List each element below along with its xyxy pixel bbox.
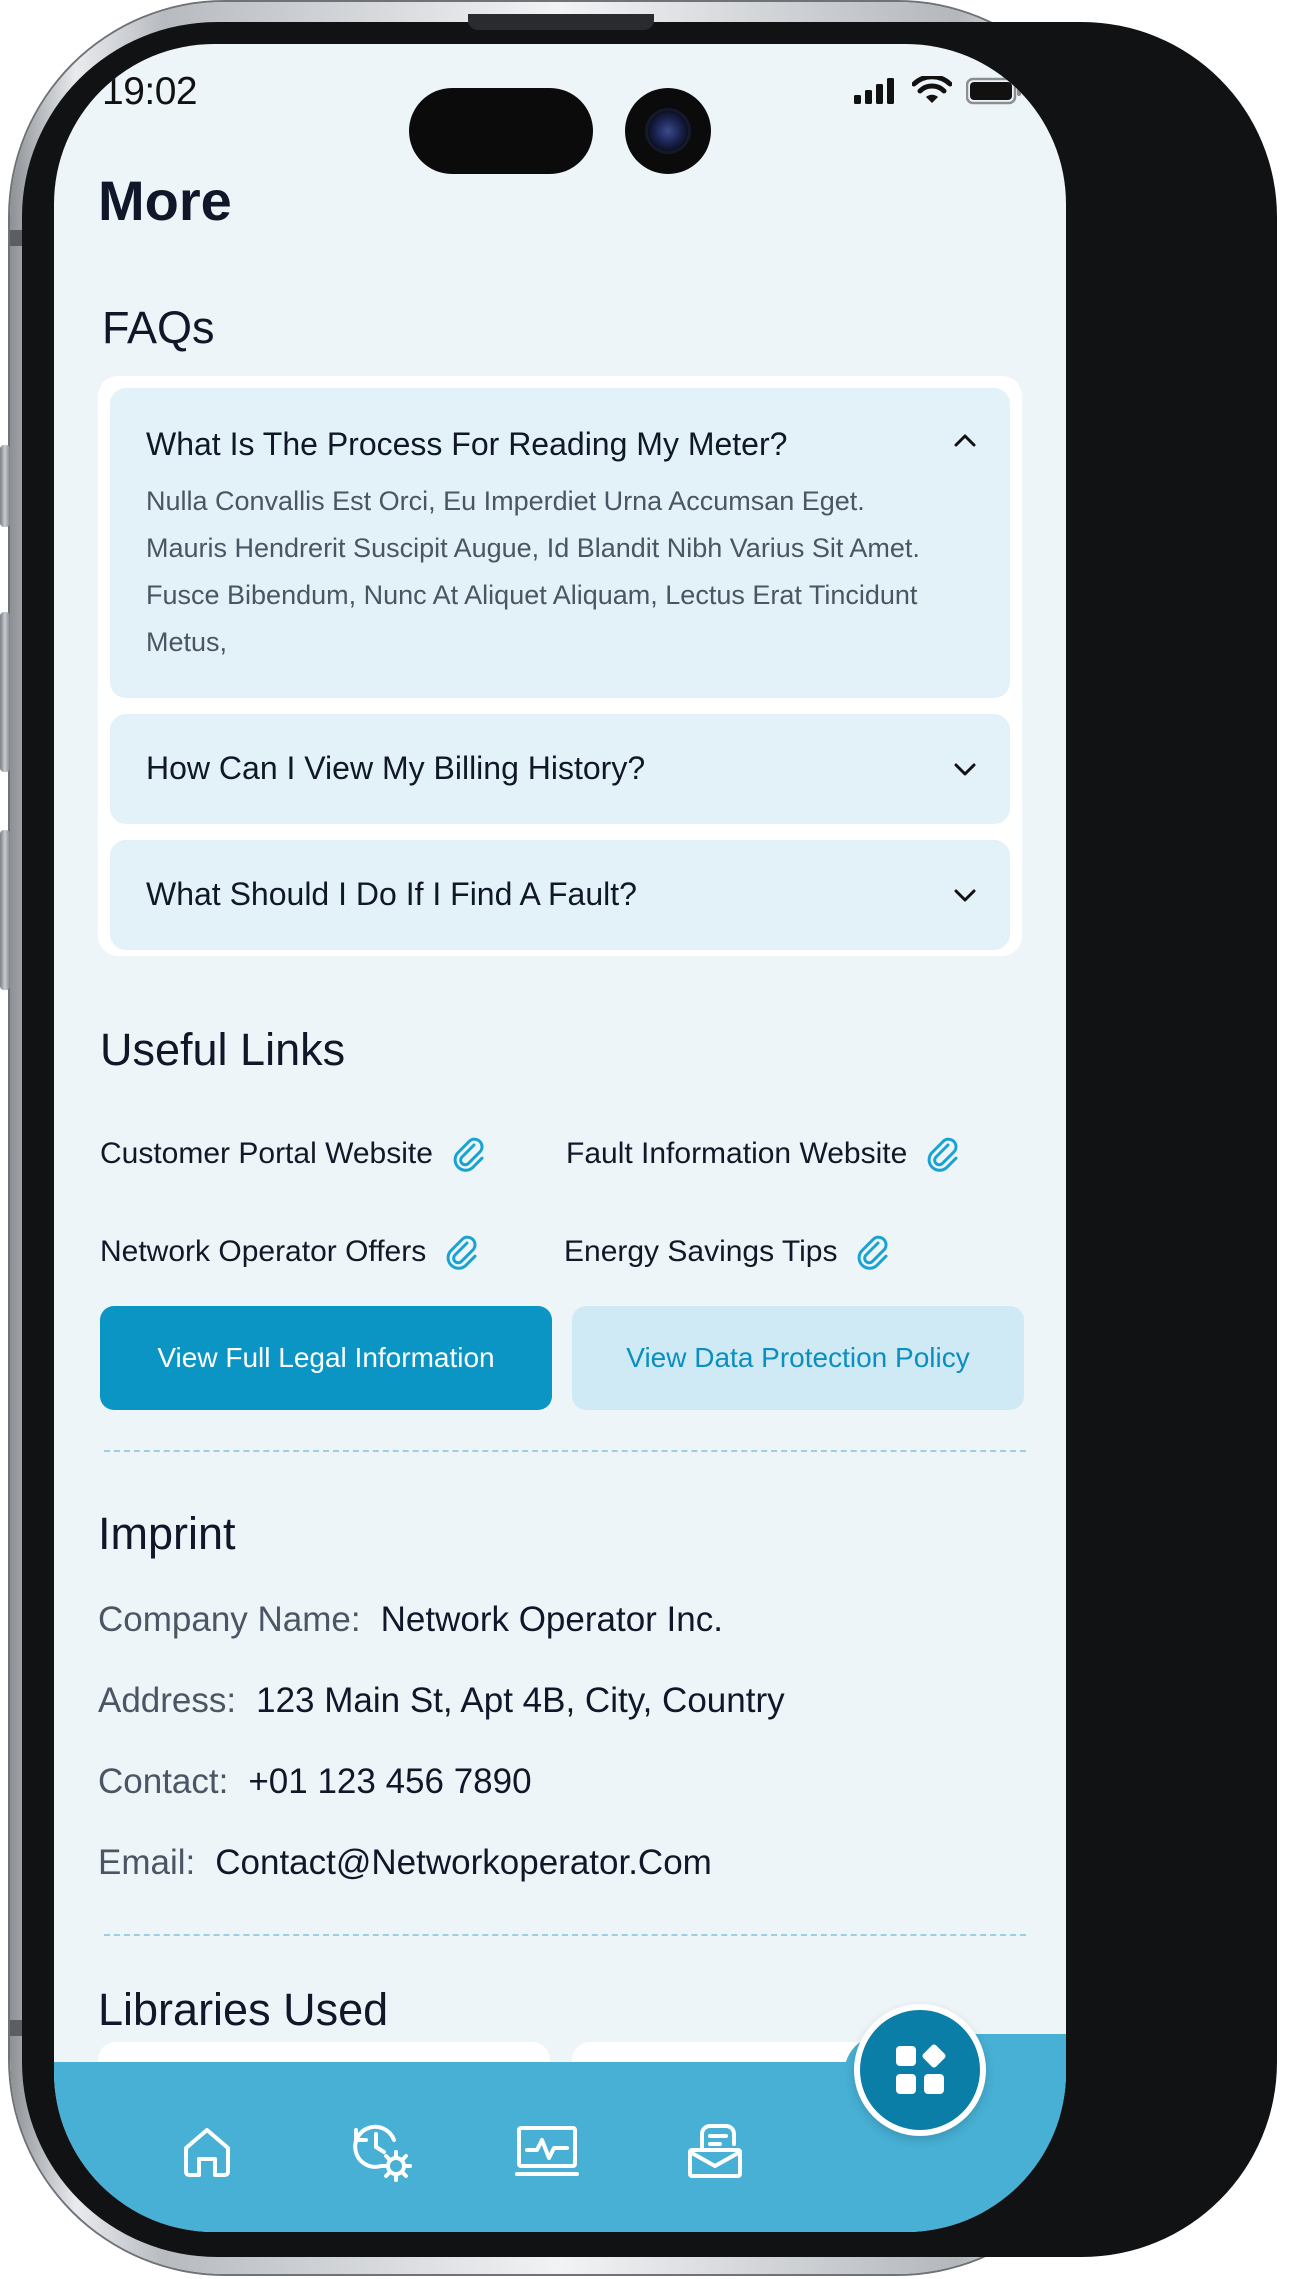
paperclip-icon (858, 1235, 888, 1270)
faq-answer: Nulla Convallis Est Orci, Eu Imperdiet U… (146, 478, 976, 666)
divider (104, 1934, 1026, 1936)
chevron-down-icon[interactable] (952, 756, 978, 782)
imprint-label: Address: (98, 1681, 237, 1720)
signal-icon (854, 78, 894, 104)
monitor-activity-icon (515, 2126, 579, 2176)
faq-answer-line: Nulla Convallis Est Orci, Eu Imperdiet U… (146, 486, 865, 516)
faq-question: How Can I View My Billing History? (146, 750, 646, 786)
imprint-address-row: Address: 123 Main St, Apt 4B, City, Coun… (98, 1681, 785, 1721)
imprint-label: Email: (98, 1843, 196, 1882)
screen: 19:02 More FAQs What Is The Process For … (54, 44, 1066, 2232)
apps-fab-button[interactable] (854, 2004, 986, 2136)
wifi-icon (912, 76, 952, 103)
chevron-up-icon[interactable] (952, 428, 978, 454)
imprint-email-row: Email: Contact@Networkoperator.Com (98, 1843, 712, 1883)
paperclip-icon (446, 1235, 477, 1270)
apps-grid-icon (896, 2044, 946, 2094)
link-label: Customer Portal Website (100, 1137, 433, 1170)
link-label: Network Operator Offers (100, 1235, 427, 1268)
history-settings-icon (353, 2124, 412, 2182)
faq-card: What Is The Process For Reading My Meter… (98, 376, 1022, 956)
libraries-heading: Libraries Used (98, 1984, 389, 2035)
imprint-label: Contact: (98, 1762, 229, 1801)
useful-links-heading: Useful Links (100, 1024, 346, 1075)
faq-item-meter[interactable]: What Is The Process For Reading My Meter… (110, 388, 1010, 698)
status-time: 19:02 (102, 70, 198, 113)
link-label: Fault Information Website (566, 1137, 908, 1170)
faq-answer-line: Mauris Hendrerit Suscipit Augue, Id Blan… (146, 533, 920, 563)
link-customer-portal[interactable]: Customer Portal Website (100, 1136, 487, 1172)
nav-monitoring[interactable] (512, 2116, 582, 2186)
faq-item-fault[interactable]: What Should I Do If I Find A Fault? (110, 840, 1010, 950)
imprint-label: Company Name: (98, 1600, 361, 1639)
imprint-value: 123 Main St, Apt 4B, City, Country (256, 1681, 785, 1720)
action-button (0, 445, 10, 527)
volume-down-button (0, 830, 10, 990)
front-camera (625, 88, 711, 174)
volume-up-button (0, 612, 10, 772)
faq-answer-line: Metus, (146, 627, 228, 657)
paperclip-icon (453, 1137, 484, 1172)
faq-question: What Should I Do If I Find A Fault? (146, 876, 637, 912)
imprint-contact-row: Contact: +01 123 456 7890 (98, 1762, 532, 1802)
view-legal-information-button[interactable]: View Full Legal Information (100, 1306, 552, 1410)
link-network-operator-offers[interactable]: Network Operator Offers (100, 1234, 480, 1270)
nav-history-settings[interactable] (346, 2116, 416, 2186)
faq-question: What Is The Process For Reading My Meter… (146, 426, 788, 462)
status-icons (854, 76, 1022, 106)
imprint-value: +01 123 456 7890 (248, 1762, 532, 1801)
chevron-down-icon[interactable] (952, 882, 978, 908)
nav-home[interactable] (172, 2116, 242, 2186)
imprint-value: Network Operator Inc. (380, 1600, 723, 1639)
speaker-grille (468, 14, 654, 30)
link-label: Energy Savings Tips (564, 1235, 838, 1268)
divider (104, 1450, 1026, 1452)
paperclip-icon (927, 1137, 958, 1172)
view-data-protection-button[interactable]: View Data Protection Policy (572, 1306, 1024, 1410)
mailbox-icon (688, 2124, 742, 2178)
nav-mailbox[interactable] (680, 2116, 750, 2186)
link-fault-information[interactable]: Fault Information Website (566, 1136, 961, 1172)
dynamic-island (409, 88, 593, 174)
imprint-value[interactable]: Contact@Networkoperator.Com (215, 1843, 712, 1883)
faq-answer-line: Fusce Bibendum, Nunc At Aliquet Aliquam,… (146, 580, 918, 610)
faqs-heading: FAQs (102, 302, 215, 353)
imprint-company-row: Company Name: Network Operator Inc. (98, 1600, 723, 1640)
page-title: More (98, 169, 232, 232)
link-energy-savings-tips[interactable]: Energy Savings Tips (564, 1234, 891, 1270)
battery-icon (966, 77, 1021, 105)
faq-item-billing[interactable]: How Can I View My Billing History? (110, 714, 1010, 824)
home-icon (184, 2128, 230, 2177)
imprint-heading: Imprint (98, 1508, 236, 1559)
